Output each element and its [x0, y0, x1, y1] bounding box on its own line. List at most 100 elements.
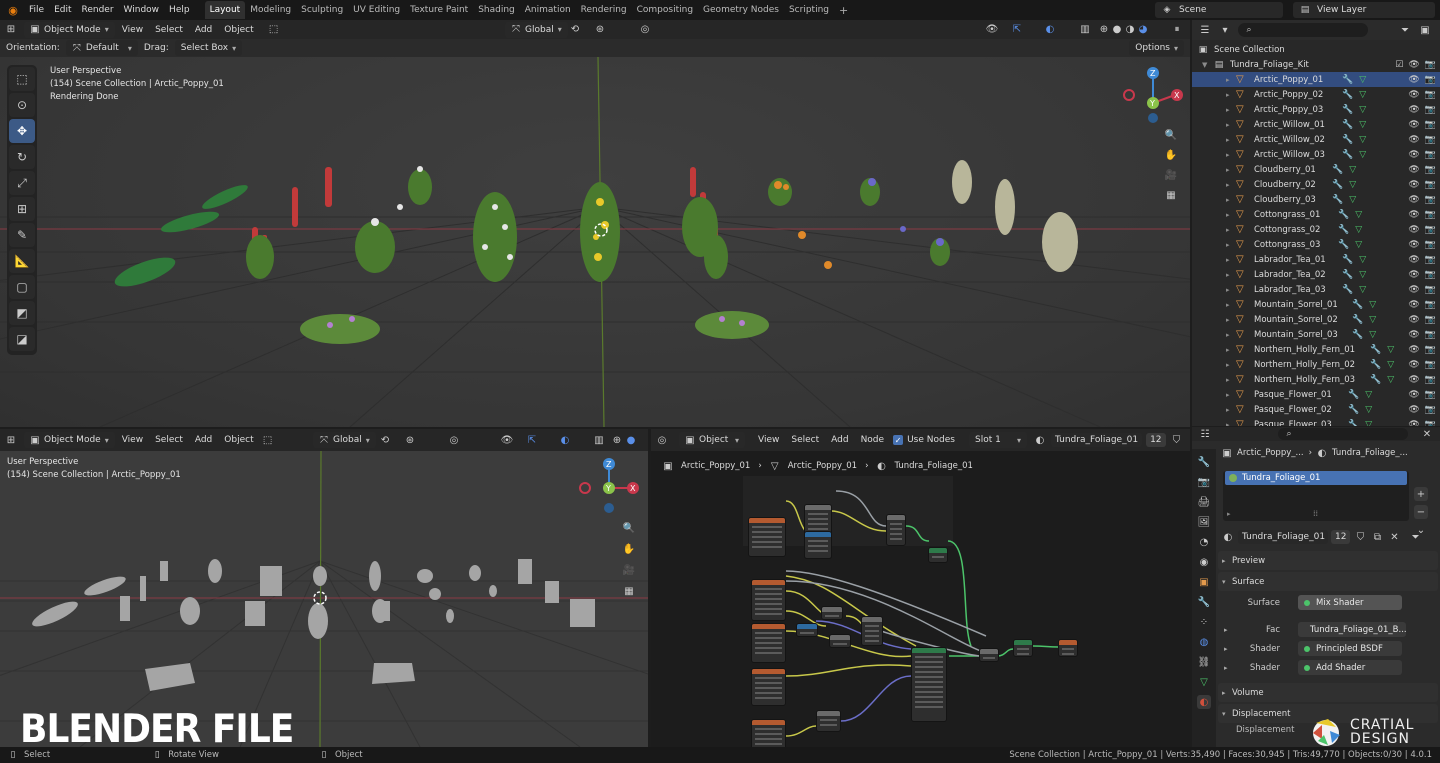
annotate-tool-icon[interactable]: ✎: [9, 223, 35, 247]
remove-slot-icon[interactable]: −: [1414, 505, 1428, 519]
shading-wireframe-icon[interactable]: ⊕: [610, 433, 624, 447]
outliner-object-row[interactable]: ▸ ▽ Labrador_Tea_01 🔧 ▽ 👁 📷: [1192, 252, 1440, 267]
modifier-wrench-icon[interactable]: 🔧: [1338, 240, 1349, 250]
material-tab-icon[interactable]: ◐: [1197, 695, 1211, 709]
pivot-icon[interactable]: ⟲: [378, 433, 392, 447]
outliner-object-row[interactable]: ▸ ▽ Northern_Holly_Fern_02 🔧 ▽ 👁 📷: [1192, 357, 1440, 372]
eye-icon[interactable]: 👁: [1408, 345, 1419, 355]
mesh-data-icon[interactable]: ▽: [1369, 300, 1376, 310]
editor-type-icon[interactable]: ⊞: [4, 23, 18, 37]
vp-bottom-menu-add[interactable]: Add: [190, 431, 217, 449]
object-mode-dropdown[interactable]: ▣ Object Mode: [24, 21, 115, 38]
shading-wireframe-icon[interactable]: ⊕: [1097, 23, 1111, 37]
duplicate-icon[interactable]: ⧉: [1370, 530, 1384, 544]
outliner-object-row[interactable]: ▸ ▽ Arctic_Willow_01 🔧 ▽ 👁 📷: [1192, 117, 1440, 132]
shader-node[interactable]: [1013, 639, 1033, 657]
mesh-data-icon[interactable]: ▽: [1387, 345, 1394, 355]
modifier-wrench-icon[interactable]: 🔧: [1342, 90, 1353, 100]
outliner-object-row[interactable]: ▸ ▽ Arctic_Willow_02 🔧 ▽ 👁 📷: [1192, 132, 1440, 147]
view-layer-selector[interactable]: ▤ View Layer: [1293, 2, 1435, 18]
mesh-data-icon[interactable]: ▽: [1365, 420, 1372, 427]
knife-tool-icon[interactable]: ◪: [9, 327, 35, 351]
expand-arrow-icon[interactable]: ▸: [1226, 316, 1236, 324]
shader-node[interactable]: [979, 648, 999, 662]
slot-menu-icon[interactable]: ⌄: [1414, 523, 1428, 537]
scene-selector[interactable]: ◈ Scene: [1155, 2, 1283, 18]
outliner-editor-icon[interactable]: ☰: [1198, 23, 1212, 37]
add-slot-icon[interactable]: +: [1414, 487, 1428, 501]
proportional-edit-icon[interactable]: ◎: [638, 23, 652, 37]
modifier-wrench-icon[interactable]: 🔧: [1342, 135, 1353, 145]
pin-icon[interactable]: ✕: [1420, 427, 1434, 441]
shader-node[interactable]: [796, 623, 818, 637]
shader-node[interactable]: [748, 517, 786, 557]
mesh-data-icon[interactable]: ▽: [1349, 195, 1356, 205]
node-menu-add[interactable]: Add: [826, 431, 853, 449]
editor-type-icon[interactable]: ◎: [655, 433, 669, 447]
mesh-data-icon[interactable]: ▽: [1365, 405, 1372, 415]
outliner-object-row[interactable]: ▸ ▽ Pasque_Flower_01 🔧 ▽ 👁 📷: [1192, 387, 1440, 402]
expand-arrow-icon[interactable]: ▸: [1226, 346, 1236, 354]
gizmo-toggle-icon[interactable]: ⇱: [525, 433, 539, 447]
expand-arrow-icon[interactable]: ▸: [1226, 286, 1236, 294]
scale-tool-icon[interactable]: ⤢: [9, 171, 35, 195]
camera-view-icon[interactable]: 🎥: [1164, 168, 1178, 182]
fake-user-icon[interactable]: ⛉: [1353, 530, 1367, 544]
add-workspace-button[interactable]: +: [834, 1, 853, 19]
expand-arrow-icon[interactable]: ▸: [1226, 406, 1236, 414]
mesh-data-icon[interactable]: ▽: [1355, 210, 1362, 220]
material-users-count[interactable]: 12: [1331, 530, 1351, 544]
camera-icon[interactable]: 📷: [1425, 225, 1436, 235]
shader-node[interactable]: [751, 579, 786, 621]
modifier-wrench-icon[interactable]: 🔧: [1342, 255, 1353, 265]
expand-arrow-icon[interactable]: ▸: [1226, 241, 1236, 249]
outliner-object-row[interactable]: ▸ ▽ Cloudberry_02 🔧 ▽ 👁 📷: [1192, 177, 1440, 192]
outliner-object-row[interactable]: ▸ ▽ Cottongrass_02 🔧 ▽ 👁 📷: [1192, 222, 1440, 237]
vp-bottom-menu-object[interactable]: Object: [219, 431, 258, 449]
shading-solid-icon[interactable]: ●: [1110, 23, 1124, 37]
expand-arrow-icon[interactable]: ▸: [1226, 301, 1236, 309]
mesh-data-icon[interactable]: ▽: [1369, 315, 1376, 325]
modifier-wrench-icon[interactable]: 🔧: [1352, 300, 1363, 310]
slot-dropdown[interactable]: Slot 1: [969, 432, 1027, 448]
tab-rendering[interactable]: Rendering: [576, 1, 632, 19]
drag-dropdown[interactable]: Select Box: [174, 40, 243, 56]
modifier-wrench-icon[interactable]: 🔧: [1352, 330, 1363, 340]
properties-search[interactable]: ⌕: [1278, 428, 1408, 440]
expand-arrow-icon[interactable]: ▸: [1226, 91, 1236, 99]
expand-arrow-icon[interactable]: ▸: [1226, 211, 1236, 219]
modifier-wrench-icon[interactable]: 🔧: [1338, 225, 1349, 235]
scene-collection-row[interactable]: ▣ Scene Collection: [1192, 42, 1440, 57]
menu-help[interactable]: Help: [164, 1, 195, 19]
pan-hand-icon[interactable]: ✋: [622, 542, 636, 556]
expand-arrow-icon[interactable]: ▸: [1226, 361, 1236, 369]
view-layer-tab-icon[interactable]: 🖼: [1197, 515, 1211, 529]
editor-type-icon[interactable]: ⊞: [4, 433, 18, 447]
camera-icon[interactable]: 📷: [1425, 75, 1436, 85]
expand-arrow-icon[interactable]: ▸: [1226, 166, 1236, 174]
outliner-object-row[interactable]: ▸ ▽ Arctic_Poppy_01 🔧 ▽ 👁 📷: [1192, 72, 1440, 87]
modifier-wrench-icon[interactable]: 🔧: [1342, 285, 1353, 295]
eye-icon[interactable]: 👁: [1408, 285, 1419, 295]
mesh-data-icon[interactable]: ▽: [1387, 375, 1394, 385]
mesh-data-icon[interactable]: ▽: [1349, 180, 1356, 190]
modifier-wrench-icon[interactable]: 🔧: [1352, 315, 1363, 325]
particles-tab-icon[interactable]: ⁘: [1197, 615, 1211, 629]
camera-icon[interactable]: 📷: [1425, 375, 1436, 385]
add-cube-tool-icon[interactable]: ▢: [9, 275, 35, 299]
vp-top-menu-select[interactable]: Select: [150, 21, 188, 39]
modifier-wrench-icon[interactable]: 🔧: [1348, 420, 1359, 427]
vp-top-menu-view[interactable]: View: [117, 21, 148, 39]
modifier-wrench-icon[interactable]: 🔧: [1342, 75, 1353, 85]
mesh-data-icon[interactable]: ▽: [1365, 390, 1372, 400]
properties-editor-icon[interactable]: ☷: [1198, 427, 1212, 441]
tab-layout[interactable]: Layout: [204, 1, 246, 19]
modifier-wrench-icon[interactable]: 🔧: [1370, 375, 1381, 385]
camera-icon[interactable]: 📷: [1425, 90, 1436, 100]
mesh-data-icon[interactable]: ▽: [1359, 75, 1366, 85]
shader-node[interactable]: [928, 547, 948, 563]
expand-arrow-icon[interactable]: ▸: [1226, 421, 1236, 427]
overlay-toggle-icon[interactable]: ◐: [558, 433, 572, 447]
zoom-icon[interactable]: 🔍: [622, 521, 636, 535]
camera-icon[interactable]: 📷: [1425, 330, 1436, 340]
